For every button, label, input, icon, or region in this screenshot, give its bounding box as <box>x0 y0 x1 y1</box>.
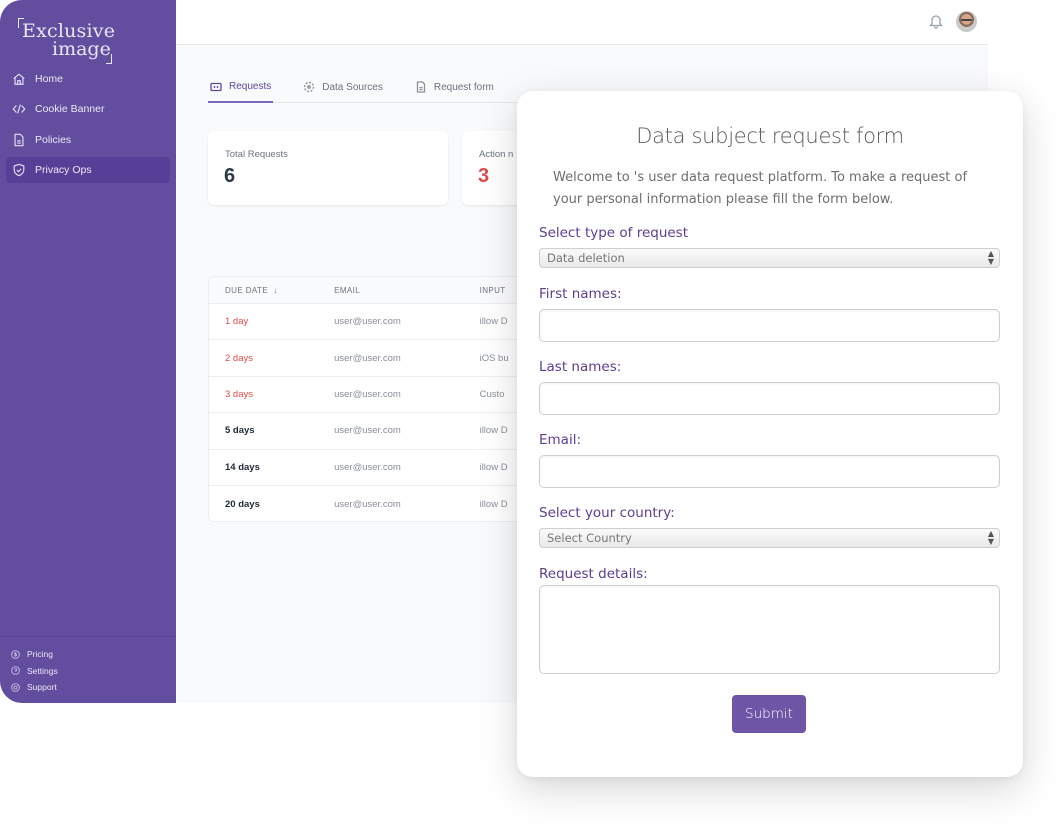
table-row[interactable]: 5 days user@user.com illow D <box>209 413 537 450</box>
stat-label: Total Requests <box>225 149 288 160</box>
sort-down-icon: ↓ <box>273 285 278 295</box>
stat-label: Action n <box>479 149 514 160</box>
user-avatar[interactable] <box>956 11 977 32</box>
email-cell: user@user.com <box>334 388 401 400</box>
sidebar-item-label: Pricing <box>27 649 53 660</box>
tab-label: Requests <box>229 81 272 92</box>
country-select[interactable]: Select Country ▲ ▼ <box>539 528 1000 548</box>
data-sources-icon <box>304 81 315 93</box>
due-date-cell: 5 days <box>225 425 255 437</box>
sidebar-item-settings[interactable]: Settings <box>11 663 176 680</box>
request-details-textarea[interactable] <box>539 585 1000 674</box>
email-input[interactable] <box>539 455 1000 488</box>
email-cell: user@user.com <box>334 425 401 437</box>
tab-data-sources[interactable]: Data Sources <box>301 72 385 102</box>
form-intro: Welcome to 's user data request platform… <box>553 170 968 207</box>
email-label: Email: <box>539 432 582 448</box>
code-icon <box>12 102 26 116</box>
sidebar-item-support[interactable]: Support <box>11 679 176 696</box>
document-icon <box>416 81 425 93</box>
brand-logo[interactable]: Exclusive image <box>18 18 118 64</box>
country-label: Select your country: <box>539 505 675 521</box>
column-email[interactable]: EMAIL <box>334 286 479 295</box>
column-label: DUE DATE <box>225 285 269 295</box>
request-type-value: Data deletion <box>547 251 625 265</box>
settings-icon <box>11 666 20 676</box>
table-row[interactable]: 14 days user@user.com illow D <box>209 450 537 486</box>
bell-icon[interactable] <box>928 13 944 29</box>
email-cell: user@user.com <box>334 498 401 510</box>
top-bar <box>176 0 988 45</box>
sidebar-item-label: Cookie Banner <box>35 103 105 116</box>
ticket-icon <box>210 82 222 91</box>
select-arrows-icon: ▲ ▼ <box>987 529 994 546</box>
email-cell: user@user.com <box>334 461 401 473</box>
table-header: DUE DATE ↓ EMAIL INPUT <box>209 277 537 304</box>
select-arrows-icon: ▲ ▼ <box>987 249 994 266</box>
due-date-cell: 2 days <box>225 352 253 364</box>
last-names-input[interactable] <box>539 382 1000 415</box>
due-date-cell: 14 days <box>225 461 260 473</box>
shield-check-icon <box>12 163 26 177</box>
country-value: Select Country <box>547 531 632 545</box>
stat-value: 6 <box>224 165 236 187</box>
email-cell: user@user.com <box>334 316 401 328</box>
sidebar-item-label: Support <box>27 682 57 693</box>
due-date-cell: 20 days <box>225 498 260 510</box>
stat-card-total-requests: Total Requests 6 <box>208 131 448 205</box>
stat-value: 3 <box>478 165 490 187</box>
last-names-label: Last names: <box>539 359 622 375</box>
request-type-select[interactable]: Data deletion ▲ ▼ <box>539 248 1000 268</box>
first-names-label: First names: <box>539 286 622 302</box>
request-type-label: Select type of request <box>539 225 689 241</box>
logo-line2: image <box>52 38 111 60</box>
dollar-icon <box>11 649 20 659</box>
request-details-label: Request details: <box>539 566 648 582</box>
submit-button[interactable]: Submit <box>732 695 806 733</box>
support-icon <box>11 682 20 692</box>
request-form-modal: Data subject request form Welcome to 's … <box>517 91 1023 777</box>
document-icon <box>12 133 26 147</box>
email-cell: user@user.com <box>334 352 401 364</box>
sidebar-item-label: Home <box>35 73 64 85</box>
sidebar-item-privacy-ops[interactable]: Privacy Ops <box>6 156 170 183</box>
tab-request-form[interactable]: Request form <box>413 72 496 102</box>
requests-table: DUE DATE ↓ EMAIL INPUT 1 day user@user.co… <box>208 276 538 522</box>
sidebar-item-label: Settings <box>27 665 58 676</box>
due-date-cell: 1 day <box>225 316 249 328</box>
sidebar-footer: Pricing Settings Support <box>0 636 176 696</box>
sidebar-item-pricing[interactable]: Pricing <box>11 646 176 663</box>
table-row[interactable]: 1 day user@user.com illow D <box>209 304 537 341</box>
first-names-input[interactable] <box>539 309 1000 342</box>
tab-label: Data Sources <box>322 81 383 93</box>
sidebar-item-policies[interactable]: Policies <box>6 127 170 153</box>
sidebar: Exclusive image Home Cookie Banner Polic… <box>0 0 176 703</box>
form-title: Data subject request form <box>636 124 904 148</box>
tab-requests[interactable]: Requests <box>208 72 274 103</box>
table-row[interactable]: 20 days user@user.com illow D <box>209 486 537 521</box>
sidebar-item-home[interactable]: Home <box>6 66 170 92</box>
sidebar-item-label: Privacy Ops <box>35 163 92 176</box>
sidebar-nav: Home Cookie Banner Policies Privacy Ops <box>6 66 170 187</box>
column-due-date[interactable]: DUE DATE ↓ <box>209 286 334 295</box>
table-row[interactable]: 2 days user@user.com iOS bu <box>209 340 537 377</box>
table-body: 1 day user@user.com illow D2 days user@user… <box>209 304 537 521</box>
home-icon <box>12 72 26 86</box>
sidebar-item-cookie-banner[interactable]: Cookie Banner <box>6 96 170 122</box>
logo-bracket-right <box>106 54 112 64</box>
sidebar-item-label: Policies <box>35 133 72 146</box>
due-date-cell: 3 days <box>225 388 253 400</box>
table-row[interactable]: 3 days user@user.com Custo <box>209 377 537 414</box>
tab-label: Request form <box>433 81 494 93</box>
